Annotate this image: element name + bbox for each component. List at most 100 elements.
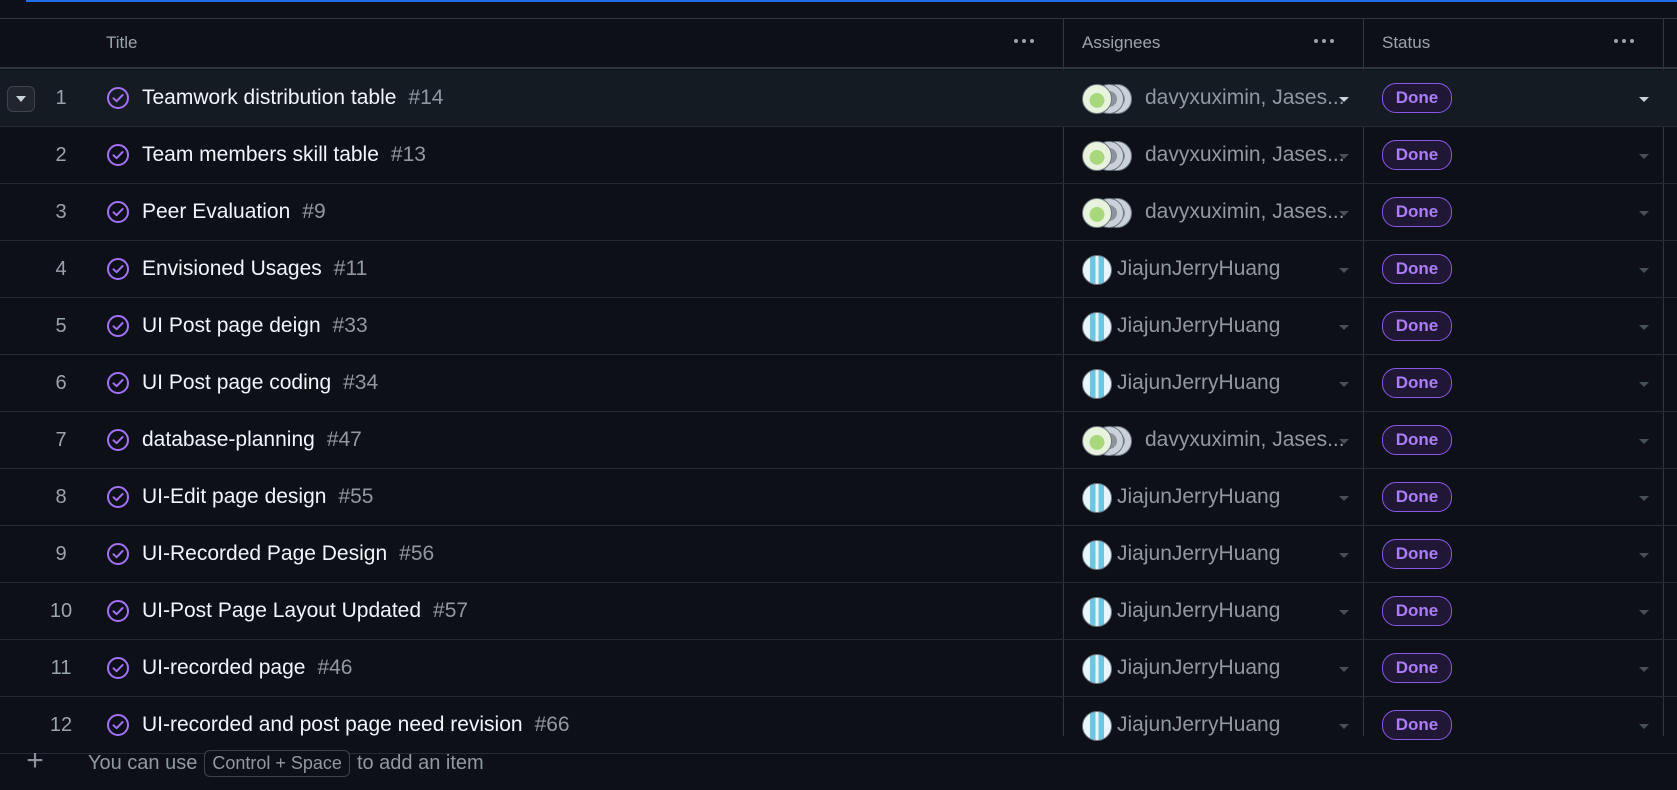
- avatar: [1082, 654, 1112, 684]
- status-column-menu-icon[interactable]: [1606, 29, 1642, 53]
- issue-title-link[interactable]: Team members skill table #13: [142, 127, 426, 183]
- chevron-down-icon[interactable]: [1339, 325, 1349, 330]
- status-badge[interactable]: Done: [1382, 140, 1452, 170]
- issue-closed-icon: [107, 429, 129, 451]
- issue-title-link[interactable]: UI-Edit page design #55: [142, 469, 374, 525]
- chevron-down-icon[interactable]: [1639, 268, 1649, 273]
- chevron-down-icon[interactable]: [1339, 97, 1349, 102]
- table-row[interactable]: 9 UI-Recorded Page Design #56 JiajunJerryHu…: [0, 526, 1677, 583]
- table-row[interactable]: 4 Envisioned Usages #11 JiajunJerryHuang Don…: [0, 241, 1677, 298]
- issue-number: #55: [338, 485, 374, 508]
- chevron-down-icon[interactable]: [1639, 496, 1649, 501]
- chevron-down-icon[interactable]: [1339, 382, 1349, 387]
- table-row[interactable]: 1 Teamwork distribution table #14 davyxuxim…: [0, 70, 1677, 127]
- assignee-avatars[interactable]: [1082, 84, 1142, 114]
- issue-title-link[interactable]: Envisioned Usages #11: [142, 241, 367, 297]
- chevron-down-icon[interactable]: [1339, 211, 1349, 216]
- issue-title-link[interactable]: Peer Evaluation #9: [142, 184, 326, 240]
- status-badge[interactable]: Done: [1382, 197, 1452, 227]
- status-badge[interactable]: Done: [1382, 83, 1452, 113]
- issue-title-link[interactable]: database-planning #47: [142, 412, 362, 468]
- table-row[interactable]: 5 UI Post page deign #33 JiajunJerryHuang Do…: [0, 298, 1677, 355]
- chevron-down-icon[interactable]: [1339, 553, 1349, 558]
- assignee-names[interactable]: JiajunJerryHuang: [1117, 298, 1280, 354]
- chevron-down-icon[interactable]: [1639, 553, 1649, 558]
- assignee-names[interactable]: JiajunJerryHuang: [1117, 469, 1280, 525]
- table-row[interactable]: 3 Peer Evaluation #9 davyxuximin, Jases... D…: [0, 184, 1677, 241]
- chevron-down-icon[interactable]: [1339, 724, 1349, 729]
- issue-title-link[interactable]: Teamwork distribution table #14: [142, 70, 444, 126]
- status-badge[interactable]: Done: [1382, 539, 1452, 569]
- table-row[interactable]: 6 UI Post page coding #34 JiajunJerryHuang D…: [0, 355, 1677, 412]
- issue-title-link[interactable]: UI Post page coding #34: [142, 355, 378, 411]
- assignees-column-menu-icon[interactable]: [1306, 29, 1342, 53]
- chevron-down-icon[interactable]: [1339, 154, 1349, 159]
- plus-icon[interactable]: +: [22, 746, 48, 776]
- assignee-names[interactable]: davyxuximin, Jases...: [1145, 412, 1345, 468]
- avatar: [1082, 198, 1112, 228]
- add-item-row[interactable]: + You can use Control + Space to add an …: [0, 736, 1677, 790]
- assignee-avatars[interactable]: [1082, 141, 1142, 171]
- chevron-down-icon[interactable]: [1639, 439, 1649, 444]
- assignee-avatars[interactable]: [1082, 426, 1142, 456]
- chevron-down-icon[interactable]: [1639, 97, 1649, 102]
- status-badge[interactable]: Done: [1382, 311, 1452, 341]
- assignee-avatars[interactable]: [1082, 198, 1142, 228]
- chevron-down-icon[interactable]: [1339, 439, 1349, 444]
- chevron-down-icon[interactable]: [1639, 724, 1649, 729]
- title-column-menu-icon[interactable]: [1006, 29, 1042, 53]
- status-badge[interactable]: Done: [1382, 596, 1452, 626]
- status-badge[interactable]: Done: [1382, 653, 1452, 683]
- column-header-status[interactable]: Status: [1382, 19, 1430, 67]
- status-badge[interactable]: Done: [1382, 482, 1452, 512]
- avatar: [1082, 255, 1112, 285]
- chevron-down-icon[interactable]: [1339, 667, 1349, 672]
- row-number: 10: [49, 599, 73, 622]
- chevron-down-icon[interactable]: [1339, 610, 1349, 615]
- add-item-hint-prefix: You can use: [88, 751, 198, 774]
- chevron-down-icon[interactable]: [1639, 667, 1649, 672]
- assignee-names[interactable]: davyxuximin, Jases...: [1145, 184, 1345, 240]
- issue-title: database-planning: [142, 428, 315, 451]
- issue-title-link[interactable]: UI-Post Page Layout Updated #57: [142, 583, 468, 639]
- row-number: 11: [50, 656, 72, 679]
- assignee-names[interactable]: JiajunJerryHuang: [1117, 355, 1280, 411]
- status-badge[interactable]: Done: [1382, 425, 1452, 455]
- chevron-down-icon[interactable]: [1639, 154, 1649, 159]
- issue-title: UI-Recorded Page Design: [142, 542, 388, 565]
- status-badge[interactable]: Done: [1382, 254, 1452, 284]
- table-row[interactable]: 11 UI-recorded page #46 JiajunJerryHuang Don…: [0, 640, 1677, 697]
- column-header-assignees[interactable]: Assignees: [1082, 19, 1160, 67]
- avatar: [1082, 540, 1112, 570]
- issue-number: #66: [534, 713, 570, 736]
- table-row[interactable]: 8 UI-Edit page design #55 JiajunJerryHuang D…: [0, 469, 1677, 526]
- status-badge[interactable]: Done: [1382, 368, 1452, 398]
- row-number: 9: [55, 542, 67, 565]
- table-row[interactable]: 10 UI-Post Page Layout Updated #57 JiajunJe…: [0, 583, 1677, 640]
- table-row[interactable]: 7 database-planning #47 davyxuximin, Jases.…: [0, 412, 1677, 469]
- chevron-down-icon[interactable]: [1339, 268, 1349, 273]
- issue-title-link[interactable]: UI Post page deign #33: [142, 298, 368, 354]
- issue-title: Teamwork distribution table: [142, 86, 397, 109]
- chevron-down-icon[interactable]: [1639, 211, 1649, 216]
- table-row[interactable]: 2 Team members skill table #13 davyxuximin,…: [0, 127, 1677, 184]
- assignee-names[interactable]: davyxuximin, Jases...: [1145, 70, 1345, 126]
- column-header-title[interactable]: Title: [106, 19, 138, 67]
- assignee-names[interactable]: JiajunJerryHuang: [1117, 640, 1280, 696]
- issue-closed-icon: [107, 144, 129, 166]
- issue-title: UI-Post Page Layout Updated: [142, 599, 422, 622]
- issue-closed-icon: [107, 600, 129, 622]
- issue-title-link[interactable]: UI-recorded page #46: [142, 640, 352, 696]
- chevron-down-icon[interactable]: [1639, 382, 1649, 387]
- chevron-down-icon[interactable]: [1639, 325, 1649, 330]
- assignee-names[interactable]: JiajunJerryHuang: [1117, 583, 1280, 639]
- assignee-names[interactable]: JiajunJerryHuang: [1117, 241, 1280, 297]
- assignee-names[interactable]: JiajunJerryHuang: [1117, 526, 1280, 582]
- chevron-down-icon[interactable]: [1339, 496, 1349, 501]
- row-number: 7: [55, 428, 67, 451]
- table-header: Title Assignees Status: [0, 19, 1677, 69]
- chevron-down-icon[interactable]: [1639, 610, 1649, 615]
- assignee-names[interactable]: davyxuximin, Jases...: [1145, 127, 1345, 183]
- column-header-title-label: Title: [106, 33, 138, 52]
- issue-title-link[interactable]: UI-Recorded Page Design #56: [142, 526, 434, 582]
